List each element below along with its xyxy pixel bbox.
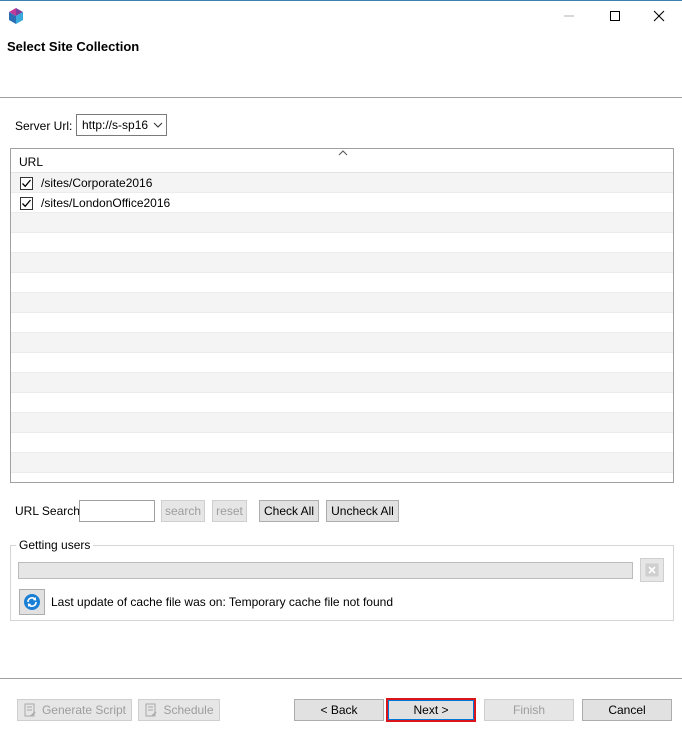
checkbox[interactable] [20,197,33,210]
empty-row [11,313,673,333]
list-item-url: /sites/LondonOffice2016 [41,196,171,210]
empty-row [11,393,673,413]
cache-status-text: Last update of cache file was on: Tempor… [51,595,393,609]
footer-divider [0,678,682,679]
minimize-button[interactable] [546,2,592,30]
empty-row [11,353,673,373]
url-search-input[interactable] [79,500,155,522]
close-icon [653,10,665,22]
next-label: Next > [413,703,449,717]
maximize-icon [610,11,620,21]
getting-users-group [10,545,674,621]
checkmark-icon [22,199,31,208]
list-item[interactable]: /sites/Corporate2016 [11,173,673,193]
empty-row [11,233,673,253]
empty-row [11,253,673,273]
empty-row [11,373,673,393]
empty-row [11,293,673,313]
sort-ascending-icon [338,150,348,156]
list-item[interactable]: /sites/LondonOffice2016 [11,193,673,213]
cancel-progress-button[interactable] [640,558,664,582]
script-icon [24,703,36,717]
refresh-icon [24,594,40,610]
cancel-button[interactable]: Cancel [582,699,672,721]
list-item-url: /sites/Corporate2016 [41,176,153,190]
checkbox[interactable] [20,177,33,190]
chevron-down-icon [153,122,163,128]
generate-script-label: Generate Script [41,703,127,717]
minimize-icon [564,15,574,17]
page-title: Select Site Collection [7,39,140,54]
empty-row [11,433,673,453]
empty-row [11,413,673,433]
server-url-label: Server Url: [15,119,73,133]
finish-button[interactable]: Finish [484,699,574,721]
next-button[interactable]: Next > [386,698,476,722]
url-column-header[interactable]: URL [11,149,673,173]
server-url-value: http://s-sp16 [82,118,148,132]
group-title: Getting users [16,538,94,552]
url-column-label: URL [19,155,44,169]
uncheck-all-button[interactable]: Uncheck All [326,500,399,522]
empty-row [11,333,673,353]
schedule-label: Schedule [163,703,214,717]
header-divider [0,97,682,98]
schedule-button[interactable]: Schedule [138,699,220,721]
app-logo-icon [7,7,25,25]
server-url-select[interactable]: http://s-sp16 [76,114,167,136]
checkmark-icon [22,179,31,188]
url-list[interactable]: URL /sites/Corporate2016 /sites/LondonOf… [10,148,674,483]
empty-row [11,473,673,482]
refresh-cache-button[interactable] [19,589,45,615]
reset-button[interactable]: reset [212,500,247,522]
next-button-inner: Next > [388,700,474,720]
empty-row [11,213,673,233]
check-all-button[interactable]: Check All [259,500,319,522]
search-button[interactable]: search [161,500,205,522]
empty-row [11,273,673,293]
url-search-label: URL Search [15,504,80,518]
close-icon [645,563,659,577]
schedule-icon [145,703,157,717]
maximize-button[interactable] [592,2,638,30]
empty-row [11,453,673,473]
close-button[interactable] [636,2,682,30]
back-button[interactable]: < Back [294,699,384,721]
progress-bar [18,562,633,579]
title-bar [0,0,682,30]
generate-script-button[interactable]: Generate Script [17,699,132,721]
